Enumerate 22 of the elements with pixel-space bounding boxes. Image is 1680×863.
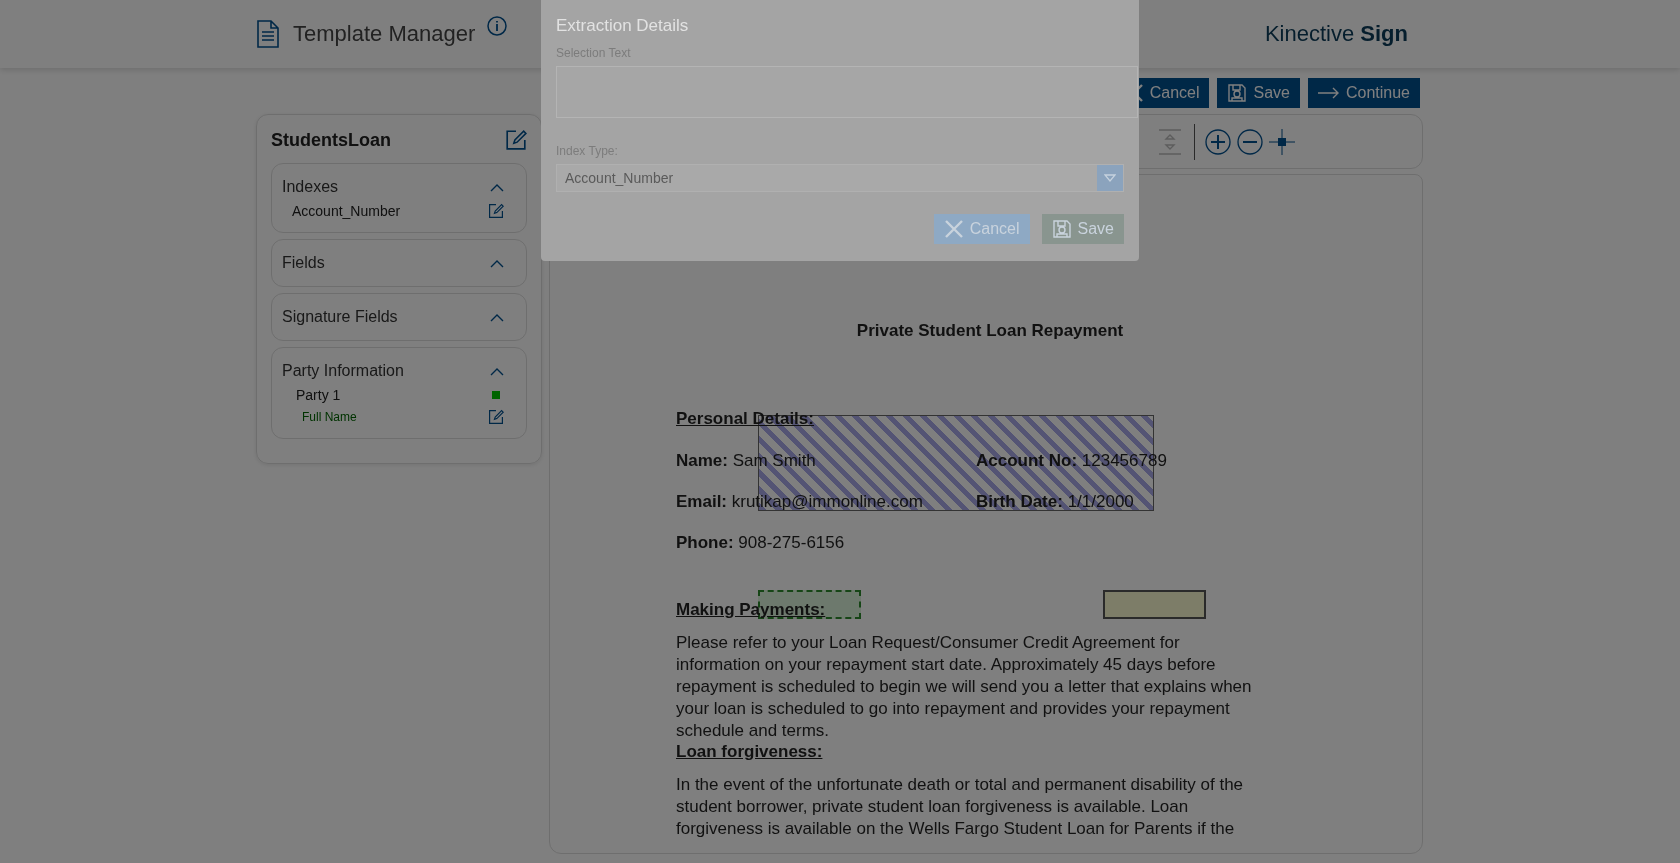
- paragraph: Please refer to your Loan Request/Consumer Credit Agreement for information on your repayment start date. Approximately 45 days before repayment is scheduled to begin we will send you a letter that explains when your loan is scheduled to go into repayment and provides your repayment schedule and terms.: [676, 632, 1253, 742]
- detail-text: Phone: 908-275-6156: [676, 533, 846, 554]
- section-title[interactable]: Indexes: [282, 178, 339, 196]
- save-button[interactable]: Save: [1041, 214, 1124, 244]
- dialog-title: Extraction Details: [556, 16, 690, 36]
- party-field[interactable]: Full Name: [302, 410, 357, 424]
- page-title: Template Manager: [293, 21, 476, 47]
- section-title[interactable]: Signature Fields: [282, 308, 398, 326]
- paragraph: In the event of the unfortunate death or total and permanent disability of the student borrower, private student loan forgiveness is available. Loan forgiveness is available on the Wells Fargo Student Loan for Parents if the: [676, 774, 1245, 840]
- index-item[interactable]: Account_Number: [292, 203, 401, 219]
- section-title[interactable]: Fields: [282, 254, 325, 272]
- save-button[interactable]: Save: [1217, 78, 1300, 108]
- detail-text: Birth Date: 1/1/2000: [976, 492, 1134, 513]
- section-heading: Making Payments:: [676, 600, 826, 620]
- template-name: StudentsLoan: [271, 129, 391, 151]
- section-heading: Loan forgiveness:: [676, 742, 823, 762]
- document-title: Private Student Loan Repayment: [855, 321, 1125, 341]
- section-title[interactable]: Party Information: [282, 362, 404, 380]
- brand-logo: Kinective Sign: [1264, 21, 1408, 47]
- continue-button[interactable]: Continue: [1307, 78, 1420, 108]
- index-type-dropdown[interactable]: Account_Number: [556, 164, 1124, 192]
- party-name[interactable]: Party 1: [296, 387, 341, 403]
